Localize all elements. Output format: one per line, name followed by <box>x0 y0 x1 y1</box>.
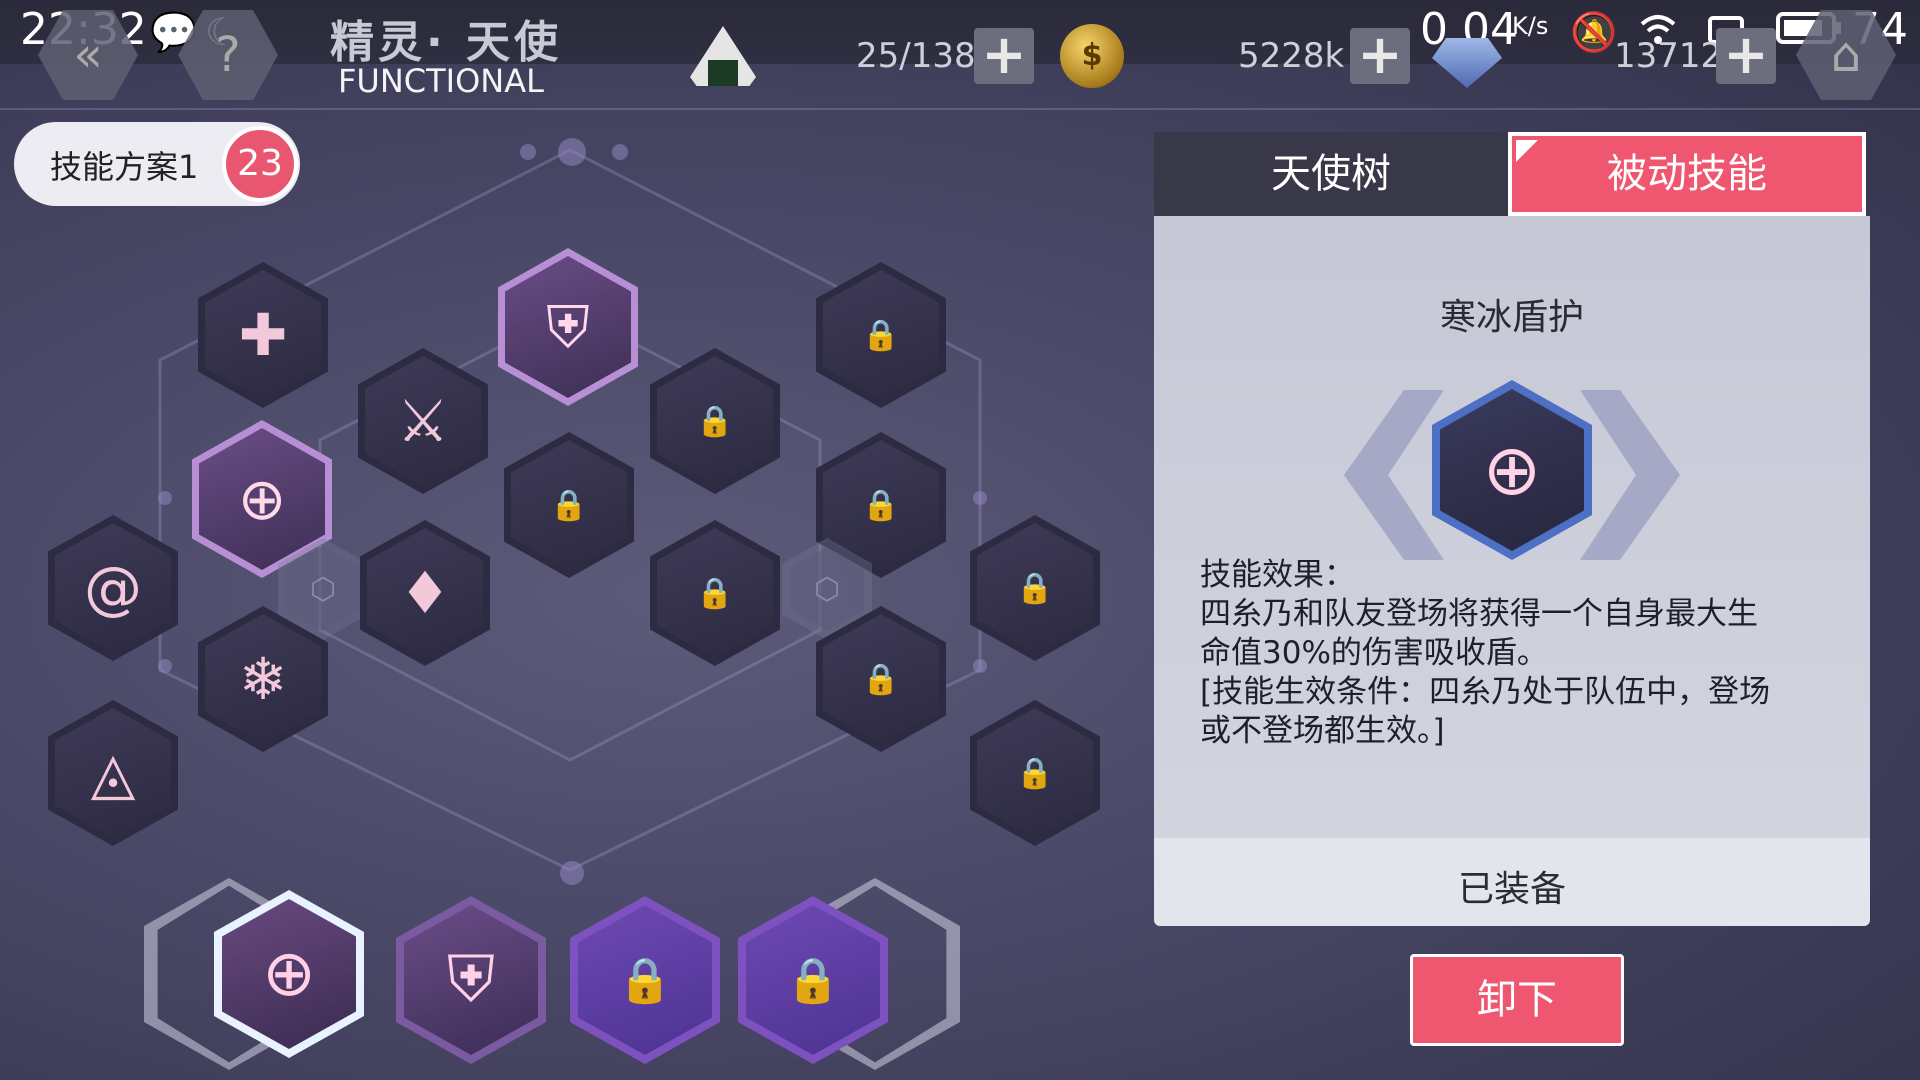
lock-icon: 🔒 <box>862 661 900 697</box>
skill-node-blade-locked[interactable]: 🔒 <box>650 348 780 494</box>
back-arrow-icon: « <box>73 27 103 83</box>
equip-status: 已装备 <box>1457 869 1566 910</box>
skill-node-heal-locked[interactable]: 🔒 <box>970 515 1100 661</box>
skill-detail-panel: 寒冰盾护 ⊕ 技能效果： 四糸乃和队友登场将获得一个自身最大生 命值30%的伤害… <box>1154 216 1870 838</box>
page-title: 精灵· 天使 <box>330 17 563 68</box>
lock-icon: 🔒 <box>862 487 900 523</box>
skill-node-heal-cross[interactable]: ✚ <box>198 262 328 408</box>
top-divider <box>0 108 1920 110</box>
snowflake-icon: ❄ <box>205 614 321 744</box>
shield-swords-icon: ⛨ <box>404 905 538 1055</box>
frost-shield-icon: ⊕ <box>1440 389 1584 551</box>
ground-strike-icon: 🔒 <box>657 528 773 658</box>
skill-node-burst-locked[interactable]: 🔒 <box>816 262 946 408</box>
back-button[interactable]: « <box>38 10 138 100</box>
heart-icon: 🔒 <box>511 440 627 570</box>
hexagon-icon: ⬡ <box>790 547 864 631</box>
tab-passive-skills[interactable]: 被动技能 <box>1508 132 1866 216</box>
add-gold-button[interactable]: + <box>1350 28 1410 84</box>
skill-node-sun-locked[interactable]: 🔒 <box>970 700 1100 846</box>
skill-large-icon: ⊕ <box>1344 380 1680 560</box>
triangle-swirl-icon: ◬ <box>55 708 171 838</box>
skill-node-heart-locked[interactable]: 🔒 <box>504 432 634 578</box>
home-icon: ⌂ <box>1830 27 1862 83</box>
skill-node-sword-strike[interactable]: ⚔ <box>358 348 488 494</box>
lock-icon: 🔒 <box>1016 755 1054 791</box>
skill-points-badge: 23 <box>222 126 298 202</box>
frost-shield-icon: ⊕ <box>222 899 356 1049</box>
sun-icon: 🔒 <box>977 708 1093 838</box>
game-top-bar: « ? 精灵· 天使 FUNCTIONAL 25/138 + $ 5228k +… <box>0 0 1920 110</box>
add-diamond-button[interactable]: + <box>1716 28 1776 84</box>
skill-node-shield-swords[interactable]: ⛨ <box>498 248 638 406</box>
equip-slot-2[interactable]: ⛨ <box>396 896 546 1064</box>
heal-cross-icon: ✚ <box>205 270 321 400</box>
skill-name: 寒冰盾护 <box>1439 297 1584 338</box>
stamina-value: 25/138 <box>856 36 976 76</box>
diamond-value: 13712 <box>1614 36 1723 76</box>
skill-node-vortex[interactable]: @ <box>48 515 178 661</box>
detail-tabs: 天使树 被动技能 <box>1154 132 1870 216</box>
right-wing-decoration <box>1580 390 1680 560</box>
page-subtitle: FUNCTIONAL <box>338 62 544 100</box>
effect-line: 命值30%的伤害吸收盾。 <box>1200 635 1548 671</box>
blade-icon: 🔒 <box>657 356 773 486</box>
shield-swords-icon: ⛨ <box>505 256 631 398</box>
equip-slot-4[interactable]: 🔒 <box>738 896 888 1064</box>
lock-icon: 🔒 <box>862 317 900 353</box>
hexagon-icon: ⬡ <box>286 547 360 631</box>
crystal-icon: ♦ <box>367 528 483 658</box>
skill-node-ground-locked[interactable]: 🔒 <box>650 520 780 666</box>
add-stamina-button[interactable]: + <box>974 28 1034 84</box>
tab-angel-tree[interactable]: 天使树 <box>1154 132 1508 216</box>
help-button[interactable]: ? <box>178 10 278 100</box>
gold-coin-icon: $ <box>1060 24 1124 88</box>
lock-icon: 🔒 <box>696 575 734 611</box>
home-button[interactable]: ⌂ <box>1796 10 1896 100</box>
burst-icon: 🔒 <box>823 270 939 400</box>
effect-title: 技能效果： <box>1200 557 1355 593</box>
equip-slot-3[interactable]: 🔒 <box>570 896 720 1064</box>
skill-plan-label: 技能方案1 <box>50 148 199 186</box>
rocket-icon: 🔒 <box>823 614 939 744</box>
equip-slot-1[interactable]: ⊕ <box>214 890 364 1058</box>
lock-icon: 🔒 <box>550 487 588 523</box>
equip-status-bar: 已装备 <box>1154 838 1870 926</box>
sword-strike-icon: ⚔ <box>365 356 481 486</box>
unequip-button[interactable]: 卸下 <box>1410 954 1624 1046</box>
heal-plus-icon: 🔒 <box>977 523 1093 653</box>
stamina-icon <box>690 26 756 86</box>
left-wing-decoration <box>1344 390 1444 560</box>
lock-icon: 🔒 <box>578 905 712 1055</box>
effect-condition-line: [技能生效条件：四糸乃处于队伍中，登场 <box>1200 674 1771 710</box>
vortex-icon: @ <box>55 523 171 653</box>
skill-node-crystal[interactable]: ♦ <box>360 520 490 666</box>
lock-icon: 🔒 <box>1016 570 1054 606</box>
lock-icon: 🔒 <box>696 403 734 439</box>
skill-node-triangle-swirl[interactable]: ◬ <box>48 700 178 846</box>
effect-condition-line: 或不登场都生效。] <box>1200 713 1445 749</box>
gold-value: 5228k <box>1238 36 1345 76</box>
skill-icon-frame: ⊕ <box>1432 380 1592 560</box>
question-mark-icon: ? <box>215 27 241 83</box>
lock-icon: 🔒 <box>746 905 880 1055</box>
diamond-icon <box>1432 38 1502 88</box>
skill-effect-text: 技能效果： 四糸乃和队友登场将获得一个自身最大生 命值30%的伤害吸收盾。 [技… <box>1200 556 1840 751</box>
effect-line: 四糸乃和队友登场将获得一个自身最大生 <box>1200 596 1758 632</box>
